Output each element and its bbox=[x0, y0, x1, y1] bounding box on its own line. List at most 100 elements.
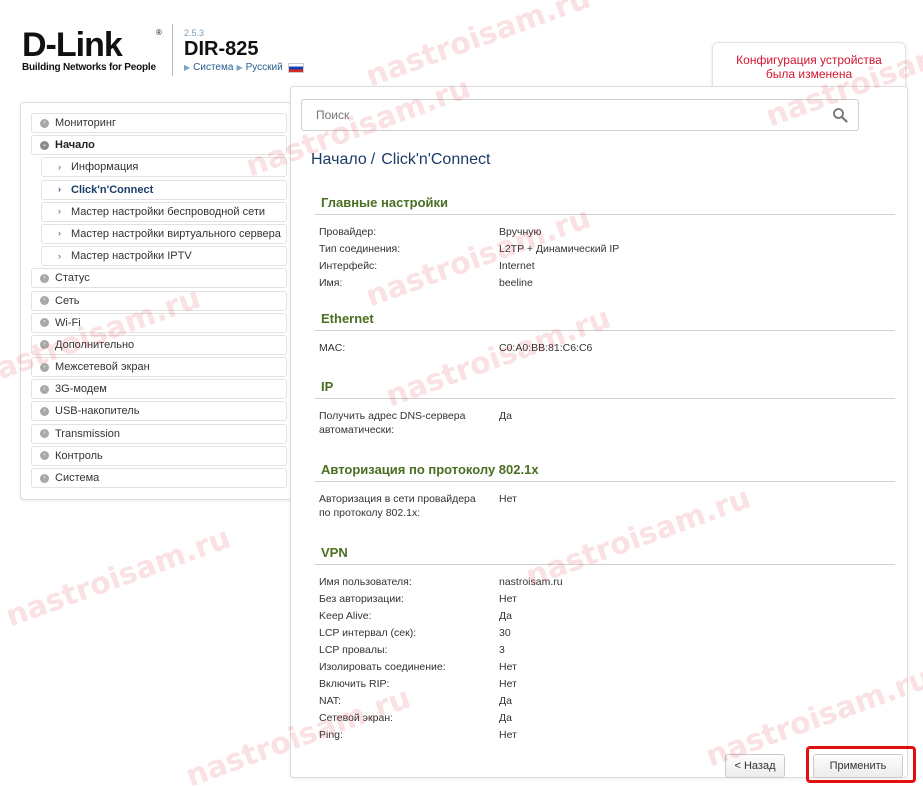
section-ip: IP Получить адрес DNS-сервера автоматичес… bbox=[315, 379, 895, 441]
russian-flag-icon[interactable] bbox=[287, 62, 304, 73]
sidebar-item-firewall[interactable]: › Межсетевой экран bbox=[31, 357, 287, 378]
sidebar-item-virtual-server-wizard[interactable]: › Мастер настройки виртуального сервера bbox=[41, 223, 287, 244]
main-panel: Начало/ Click'n'Connect Главные настройки… bbox=[290, 86, 908, 778]
settings-row: NAT: Да bbox=[315, 694, 895, 711]
section-vpn: VPN Имя пользователя: nastroisam.ru Без а… bbox=[315, 545, 895, 745]
setting-value: Вручную bbox=[499, 226, 542, 238]
sidebar-item-system[interactable]: › Система bbox=[31, 468, 287, 488]
chevron-right-icon: › bbox=[40, 473, 49, 483]
sidebar-item-label: 3G-модем bbox=[55, 383, 107, 396]
setting-value: C0:A0:BB:81:C6:C6 bbox=[499, 342, 593, 354]
settings-row: Получить адрес DNS-сервера автоматически:… bbox=[315, 409, 895, 441]
dlink-logo: D-Link ® Building Networks for People bbox=[22, 26, 162, 73]
sidebar-item-wifi[interactable]: › Wi-Fi bbox=[31, 312, 287, 333]
section-title: Ethernet bbox=[315, 311, 895, 331]
sidebar-item-clicknconnect[interactable]: › Click'n'Connect bbox=[41, 179, 287, 200]
setting-value: Да bbox=[499, 610, 512, 622]
notification-line-1: Конфигурация устройства bbox=[736, 53, 882, 67]
sidebar-item-3g-modem[interactable]: › 3G-модем bbox=[31, 379, 287, 400]
setting-value: 3 bbox=[499, 644, 505, 656]
setting-value: Да bbox=[499, 712, 512, 724]
config-changed-notification[interactable]: Конфигурация устройства была изменена bbox=[712, 42, 906, 92]
sidebar-item-start[interactable]: ⌄ Начало bbox=[31, 135, 287, 156]
setting-key: Сетевой экран: bbox=[319, 712, 394, 724]
sidebar-item-label: Система bbox=[55, 472, 100, 484]
setting-key: Изолировать соединение: bbox=[319, 661, 446, 673]
firmware-version: 2.5.3 bbox=[184, 28, 205, 38]
sidebar-item-usb-storage[interactable]: › USB-накопитель bbox=[31, 401, 287, 422]
sidebar-item-label: Информация bbox=[71, 161, 139, 174]
arrow-right-icon: › bbox=[58, 206, 61, 217]
watermark-text: nastroisam.ru bbox=[361, 0, 596, 95]
apply-button-highlight bbox=[806, 746, 916, 783]
sidebar-item-transmission[interactable]: › Transmission bbox=[31, 423, 287, 444]
notification-line-2: была изменена bbox=[765, 67, 853, 81]
arrow-right-icon: › bbox=[58, 250, 61, 261]
sidebar-item-network[interactable]: › Сеть bbox=[31, 290, 287, 311]
sidebar-item-label: Click'n'Connect bbox=[71, 183, 154, 196]
sidebar-item-label: USB-накопитель bbox=[55, 405, 140, 418]
section-title: Главные настройки bbox=[315, 195, 895, 215]
chevron-right-icon: › bbox=[40, 318, 49, 328]
setting-value: Нет bbox=[499, 493, 517, 505]
setting-key: Имя: bbox=[319, 277, 343, 289]
sidebar-item-label: Контроль bbox=[55, 449, 103, 462]
chevron-right-icon: › bbox=[40, 296, 49, 305]
language-link[interactable]: Русский bbox=[246, 62, 283, 73]
settings-row: Включить RIP: Нет bbox=[315, 677, 895, 694]
sidebar-item-advanced[interactable]: › Дополнительно bbox=[31, 334, 287, 355]
system-menu-link[interactable]: Система bbox=[193, 62, 233, 73]
search-input[interactable] bbox=[302, 100, 822, 130]
sidebar-item-iptv-wizard[interactable]: › Мастер настройки IPTV bbox=[41, 246, 287, 267]
arrow-right-icon: › bbox=[58, 161, 61, 172]
sidebar-item-wireless-wizard[interactable]: › Мастер настройки беспроводной сети bbox=[41, 201, 287, 222]
chevron-right-icon: › bbox=[40, 340, 49, 350]
setting-key: LCP провалы: bbox=[319, 644, 388, 656]
setting-key: Тип соединения: bbox=[319, 243, 401, 255]
setting-value: Да bbox=[499, 410, 512, 422]
sidebar-item-label: Начало bbox=[55, 139, 95, 152]
arrow-right-icon: › bbox=[58, 228, 61, 239]
section-8021x-auth: Авторизация по протоколу 802.1x Авториза… bbox=[315, 462, 895, 524]
breadcrumb: Начало / Click'n'Connect bbox=[311, 151, 490, 169]
header-divider bbox=[172, 24, 173, 76]
search-icon[interactable] bbox=[832, 107, 848, 123]
sidebar-item-status[interactable]: › Статус bbox=[31, 268, 287, 289]
logo-wordmark: D-Link bbox=[22, 26, 123, 64]
setting-key: Интерфейс: bbox=[319, 260, 378, 272]
setting-value: Нет bbox=[499, 593, 517, 605]
arrow-right-icon: ▶ bbox=[184, 63, 191, 72]
sidebar-item-information[interactable]: › Информация bbox=[41, 157, 287, 178]
settings-row: Изолировать соединение: Нет bbox=[315, 660, 895, 677]
setting-key-line: Авторизация в сети провайдера bbox=[319, 493, 476, 505]
setting-key: Авторизация в сети провайдера по протокол… bbox=[319, 492, 499, 520]
chevron-right-icon: › bbox=[40, 384, 49, 394]
setting-value: 30 bbox=[499, 627, 511, 639]
breadcrumb-parent[interactable]: Начало bbox=[311, 151, 367, 168]
search-box[interactable] bbox=[301, 99, 859, 131]
breadcrumb-separator: / bbox=[370, 151, 376, 168]
setting-key-line: по протоколу 802.1x: bbox=[319, 507, 421, 519]
settings-row: Имя пользователя: nastroisam.ru bbox=[315, 575, 895, 592]
back-button[interactable]: < Назад bbox=[725, 754, 785, 778]
setting-key: Без авторизации: bbox=[319, 593, 404, 605]
sidebar-item-label: Сеть bbox=[55, 294, 80, 307]
header-links: ▶ Система ▶ Русский bbox=[184, 62, 304, 73]
sidebar-menu: › Мониторинг ⌄ Начало › Информация › Click'n… bbox=[20, 102, 292, 500]
section-main-settings: Главные настройки Провайдер: Вручную Тип … bbox=[315, 195, 895, 293]
setting-key: LCP интервал (сек): bbox=[319, 627, 417, 639]
setting-value: Да bbox=[499, 695, 512, 707]
setting-value: Нет bbox=[499, 678, 517, 690]
logo-registered-mark: ® bbox=[156, 28, 162, 37]
settings-row: LCP провалы: 3 bbox=[315, 643, 895, 660]
sidebar-item-label: Мониторинг bbox=[55, 117, 117, 129]
sidebar-item-monitoring[interactable]: › Мониторинг bbox=[31, 113, 287, 133]
setting-key: Получить адрес DNS-сервера автоматически: bbox=[319, 409, 499, 437]
settings-row: LCP интервал (сек): 30 bbox=[315, 626, 895, 643]
chevron-right-icon: › bbox=[40, 362, 49, 372]
settings-row: Сетевой экран: Да bbox=[315, 711, 895, 728]
sidebar-item-control[interactable]: › Контроль bbox=[31, 445, 287, 466]
setting-value: L2TP + Динамический IP bbox=[499, 243, 620, 255]
setting-key: Провайдер: bbox=[319, 226, 377, 238]
chevron-right-icon: › bbox=[40, 406, 49, 416]
